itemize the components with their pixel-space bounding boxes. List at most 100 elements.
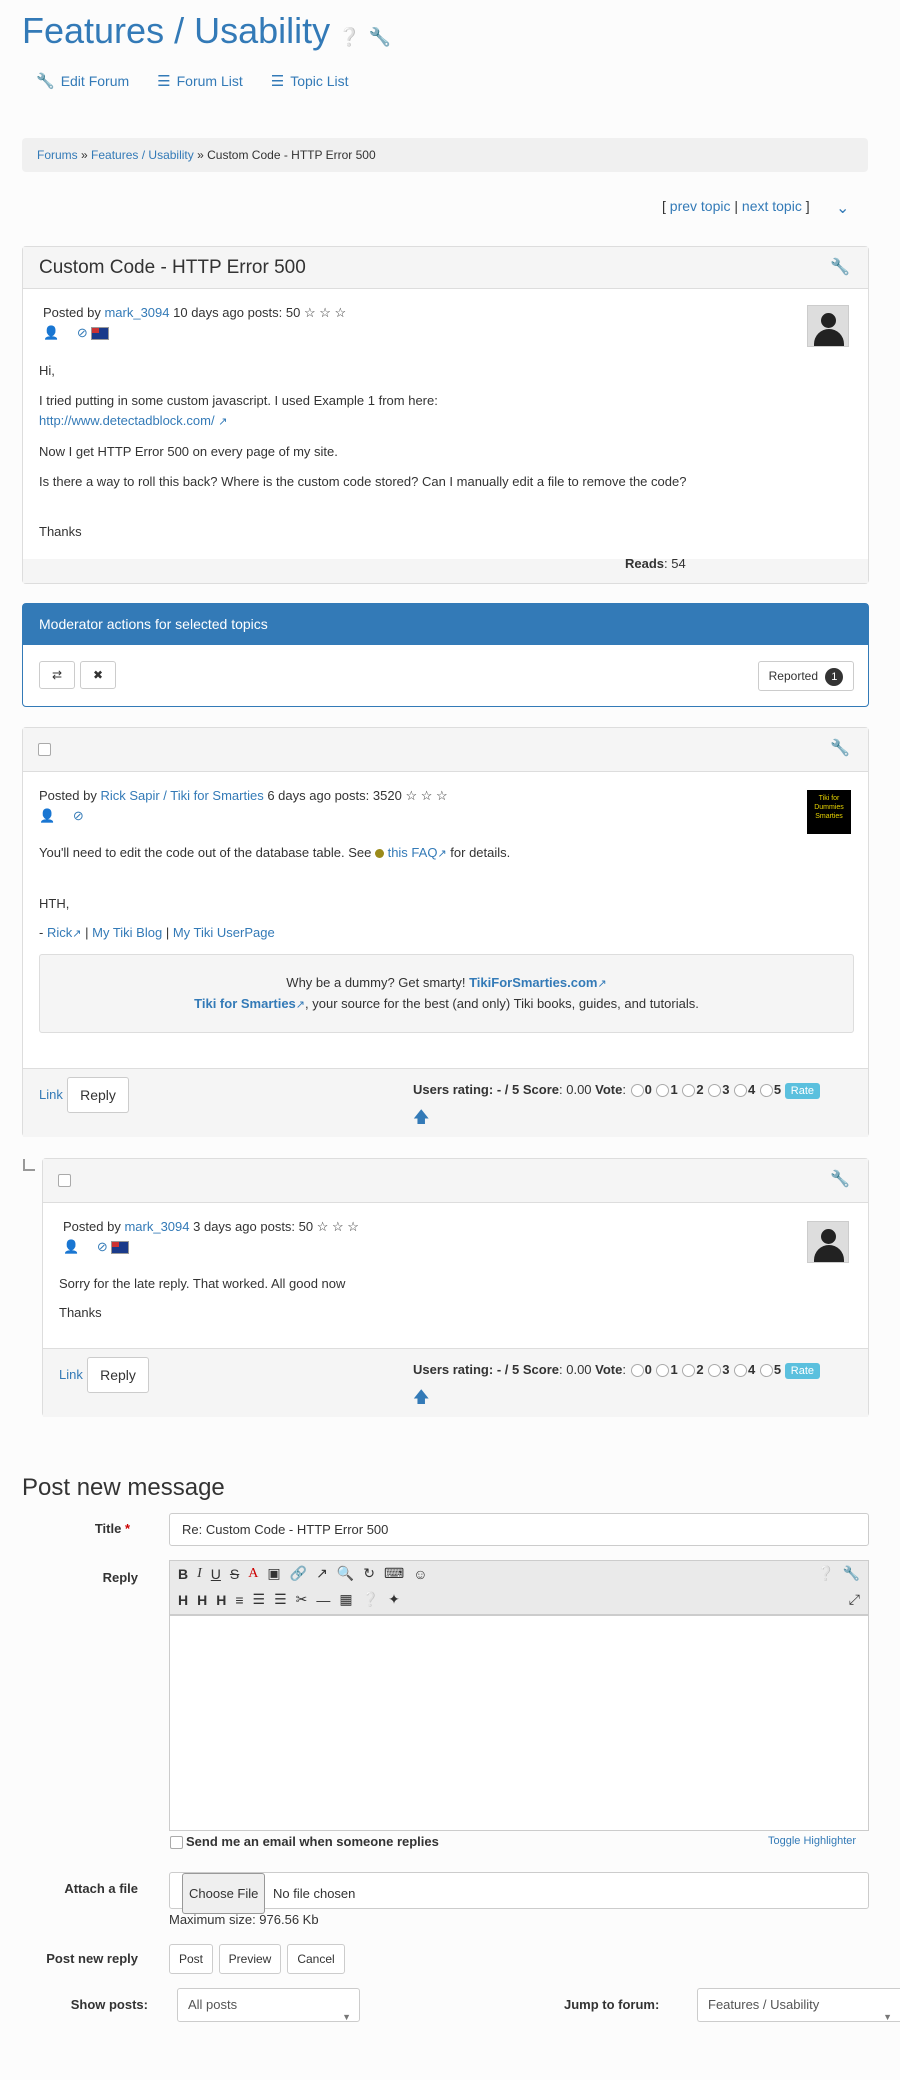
reported-button[interactable]: Reported 1 <box>758 661 854 691</box>
user-icon[interactable]: 👤 <box>43 325 59 340</box>
heading2-icon[interactable]: H <box>197 1592 207 1608</box>
reply-panel: 🔧 Posted by Rick Sapir / Tiki for Smarti… <box>22 727 869 1137</box>
vote-4-radio[interactable] <box>734 1084 748 1098</box>
max-size-text: Maximum size: 976.56 Kb <box>169 1912 319 1927</box>
strikethrough-icon[interactable]: S <box>230 1566 239 1582</box>
keyboard-icon[interactable]: ⌨ <box>384 1565 404 1582</box>
post-button[interactable]: Post <box>169 1944 213 1974</box>
help-icon[interactable]: ❔ <box>362 1591 379 1608</box>
vote-1-radio[interactable] <box>656 1364 670 1378</box>
no-message-icon[interactable]: ⊘ <box>77 325 88 340</box>
edit-forum-link[interactable]: 🔧 Edit Forum <box>36 72 129 90</box>
prev-topic-link[interactable]: prev topic <box>670 198 731 214</box>
toggle-highlighter-link[interactable]: Toggle Highlighter <box>768 1835 856 1847</box>
arrow-up-icon[interactable]: 🡅 <box>413 1386 429 1413</box>
tikiforsmarties-link[interactable]: TikiForSmarties.com <box>469 975 597 990</box>
external-link-icon[interactable]: ↗ <box>316 1565 328 1582</box>
jump-to-forum-select[interactable]: Features / Usability ▼ <box>697 1988 900 2022</box>
wrench-icon[interactable]: 🔧 <box>830 738 850 758</box>
vote-2-radio[interactable] <box>682 1364 696 1378</box>
heading1-icon[interactable]: H <box>178 1592 188 1608</box>
wand-icon[interactable]: ✦ <box>388 1591 400 1608</box>
reply-header: 🔧 <box>43 1159 868 1203</box>
wrench-icon[interactable]: 🔧 <box>843 1565 860 1582</box>
cancel-button[interactable]: Cancel <box>287 1944 345 1974</box>
vote-1-radio[interactable] <box>656 1084 670 1098</box>
author-icons: 👤 ⊘ <box>63 1239 130 1255</box>
forum-list-link[interactable]: ☰ Forum List <box>157 72 243 90</box>
no-message-icon[interactable]: ⊘ <box>97 1239 108 1254</box>
rate-button[interactable]: Rate <box>784 1363 821 1379</box>
link-link[interactable]: Link <box>39 1087 63 1102</box>
vote-5-radio[interactable] <box>759 1364 773 1378</box>
arrow-up-icon[interactable]: 🡅 <box>413 1106 429 1133</box>
file-input[interactable]: Choose File No file chosen <box>169 1872 869 1914</box>
reported-count-badge: 1 <box>825 668 844 686</box>
link-link[interactable]: Link <box>59 1367 83 1382</box>
select-checkbox[interactable] <box>38 743 51 756</box>
text-color-icon[interactable]: A <box>248 1566 258 1582</box>
vote-4-radio[interactable] <box>734 1364 748 1378</box>
link-icon[interactable]: 🔗 <box>290 1565 307 1582</box>
author-link[interactable]: mark_3094 <box>124 1219 189 1234</box>
send-message-icon[interactable]: ⊘ <box>73 808 84 823</box>
author-link[interactable]: Rick Sapir / Tiki for Smarties <box>100 788 263 803</box>
vote-0-radio[interactable] <box>630 1364 644 1378</box>
faq-link[interactable]: this FAQ <box>388 845 438 860</box>
select-checkbox[interactable] <box>58 1174 71 1187</box>
vote-2-radio[interactable] <box>682 1084 696 1098</box>
tiki-blog-link[interactable]: My Tiki Blog <box>92 925 162 940</box>
topic-nav: [ prev topic | next topic ] <box>662 198 810 214</box>
bold-icon[interactable]: B <box>178 1566 188 1582</box>
topic-list-link[interactable]: ☰ Topic List <box>271 72 349 90</box>
scissors-icon[interactable]: ✂ <box>296 1591 308 1608</box>
tiki-for-smarties-link[interactable]: Tiki for Smarties <box>194 996 296 1011</box>
show-posts-select[interactable]: All posts ▼ <box>177 1988 360 2022</box>
table-icon[interactable]: ▦ <box>339 1591 352 1608</box>
smiley-icon[interactable]: ☺ <box>413 1566 427 1582</box>
rate-button[interactable]: Rate <box>784 1083 821 1099</box>
image-icon[interactable]: ▣ <box>267 1565 280 1582</box>
breadcrumb-forum[interactable]: Features / Usability <box>91 148 194 162</box>
numbered-list-icon[interactable]: ☰ <box>274 1591 287 1608</box>
reply-button[interactable]: Reply <box>87 1357 149 1393</box>
find-icon[interactable]: 🔍 <box>337 1565 354 1582</box>
user-icon[interactable]: 👤 <box>39 808 55 823</box>
italic-icon[interactable]: I <box>197 1566 202 1582</box>
detectadblock-link[interactable]: http://www.detectadblock.com/ <box>39 413 215 428</box>
title-input[interactable]: Re: Custom Code - HTTP Error 500 <box>169 1513 869 1546</box>
breadcrumb-current: Custom Code - HTTP Error 500 <box>207 148 376 162</box>
preview-button[interactable]: Preview <box>219 1944 281 1974</box>
underline-icon[interactable]: U <box>211 1566 221 1582</box>
refresh-icon[interactable]: ↻ <box>363 1565 375 1582</box>
email-checkbox[interactable] <box>170 1836 183 1849</box>
align-center-icon[interactable]: ≡ <box>235 1592 243 1608</box>
reply-button[interactable]: Reply <box>67 1077 129 1113</box>
author-link[interactable]: mark_3094 <box>104 305 169 320</box>
wrench-icon[interactable]: 🔧 <box>369 27 391 47</box>
fullscreen-icon[interactable]: ⤢ <box>849 1591 860 1608</box>
vote-0-radio[interactable] <box>630 1084 644 1098</box>
attach-label: Attach a file <box>64 1881 138 1896</box>
delete-button[interactable]: ✖ <box>80 661 116 689</box>
chevron-down-icon[interactable]: ⌄ <box>836 198 849 218</box>
breadcrumb-forums[interactable]: Forums <box>37 148 78 162</box>
help-icon[interactable]: ❔ <box>338 27 360 47</box>
bullet-list-icon[interactable]: ☰ <box>253 1591 266 1608</box>
heading3-icon[interactable]: H <box>216 1592 226 1608</box>
help-icon[interactable]: ❔ <box>817 1565 834 1582</box>
tiki-userpage-link[interactable]: My Tiki UserPage <box>173 925 275 940</box>
next-topic-link[interactable]: next topic <box>742 198 802 214</box>
reply-textarea[interactable] <box>169 1615 869 1831</box>
user-icon[interactable]: 👤 <box>63 1239 79 1254</box>
wrench-icon[interactable]: 🔧 <box>830 257 850 277</box>
shuffle-button[interactable]: ⇄ <box>39 661 75 689</box>
rick-link[interactable]: Rick <box>47 925 72 940</box>
wrench-icon[interactable]: 🔧 <box>830 1169 850 1189</box>
title-label: Title * <box>94 1521 130 1536</box>
horizontal-rule-icon[interactable]: — <box>316 1592 330 1608</box>
choose-file-button[interactable]: Choose File <box>182 1873 266 1914</box>
vote-5-radio[interactable] <box>759 1084 773 1098</box>
vote-3-radio[interactable] <box>708 1364 722 1378</box>
vote-3-radio[interactable] <box>708 1084 722 1098</box>
